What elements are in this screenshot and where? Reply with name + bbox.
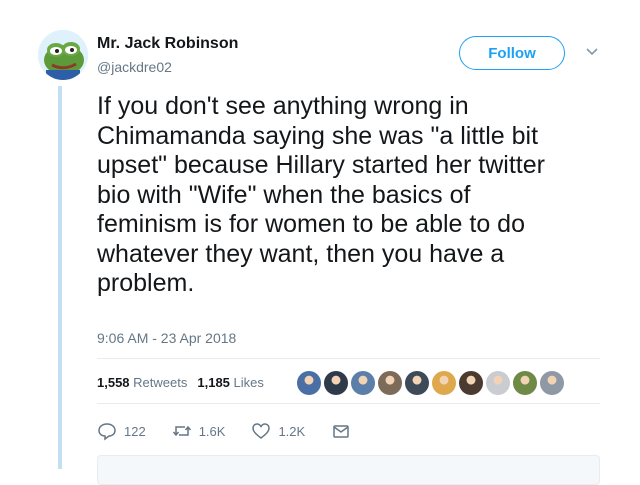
- thread-connector-line: [58, 86, 62, 469]
- tweet-text-line: upset" because Hillary started her twitt…: [97, 151, 545, 179]
- liker-avatar[interactable]: [513, 371, 537, 395]
- reply-count: 122: [124, 423, 146, 439]
- liker-avatar[interactable]: [405, 371, 429, 395]
- pepe-frog-avatar-icon: [38, 30, 88, 80]
- liker-avatar[interactable]: [459, 371, 483, 395]
- follow-button[interactable]: Follow: [459, 36, 565, 70]
- retweets-stat[interactable]: 1,558 Retweets: [97, 375, 187, 390]
- tweet-timestamp[interactable]: 9:06 AM - 23 Apr 2018: [97, 330, 236, 346]
- tweet-text-line: bio with "Wife" when the basics of: [97, 180, 471, 209]
- liker-avatar[interactable]: [486, 371, 510, 395]
- envelope-icon: [333, 425, 349, 438]
- liker-avatar[interactable]: [297, 371, 321, 395]
- liker-avatar[interactable]: [540, 371, 564, 395]
- liker-avatar[interactable]: [432, 371, 456, 395]
- like-count: 1.2K: [278, 423, 306, 439]
- tweet-text: If you don't see anything wrong in Chima…: [97, 92, 617, 299]
- divider: [97, 403, 600, 404]
- tweet-text-line: feminism is for women to be able to do: [97, 210, 525, 238]
- liker-avatar[interactable]: [324, 371, 348, 395]
- direct-message-button[interactable]: [331, 421, 351, 441]
- reply-input[interactable]: [97, 455, 600, 485]
- author-avatar[interactable]: [38, 30, 88, 80]
- chevron-down-icon[interactable]: [584, 44, 600, 60]
- reply-button[interactable]: 122: [97, 421, 146, 441]
- tweet-text-line: whatever they want, then you have a: [97, 239, 505, 268]
- divider: [97, 358, 600, 359]
- reply-icon: [98, 423, 116, 441]
- retweets-count: 1,558: [97, 375, 130, 390]
- tweet-text-line: problem.: [97, 269, 195, 297]
- retweet-button[interactable]: 1.6K: [172, 421, 226, 441]
- tweet-actions: 122 1.6K 1.2K: [97, 421, 377, 441]
- retweet-count: 1.6K: [198, 423, 226, 439]
- likes-count: 1,185: [197, 375, 230, 390]
- liker-avatar[interactable]: [351, 371, 375, 395]
- author-name[interactable]: Mr. Jack Robinson: [97, 35, 238, 53]
- author-handle[interactable]: @jackdre02: [97, 59, 172, 75]
- heart-icon: [252, 423, 271, 439]
- retweets-label: Retweets: [133, 375, 188, 390]
- liker-avatars: [297, 371, 564, 395]
- liker-avatar[interactable]: [378, 371, 402, 395]
- likes-stat[interactable]: 1,185 Likes: [197, 375, 264, 390]
- tweet-text-line: Chimamanda saying she was "a little bit: [97, 121, 539, 150]
- tweet-text-line: If you don't see anything wrong in: [97, 92, 469, 120]
- like-button[interactable]: 1.2K: [251, 421, 305, 441]
- retweet-icon: [172, 425, 191, 437]
- tweet-stats: 1,558 Retweets 1,185 Likes: [97, 375, 264, 390]
- likes-label: Likes: [233, 375, 264, 390]
